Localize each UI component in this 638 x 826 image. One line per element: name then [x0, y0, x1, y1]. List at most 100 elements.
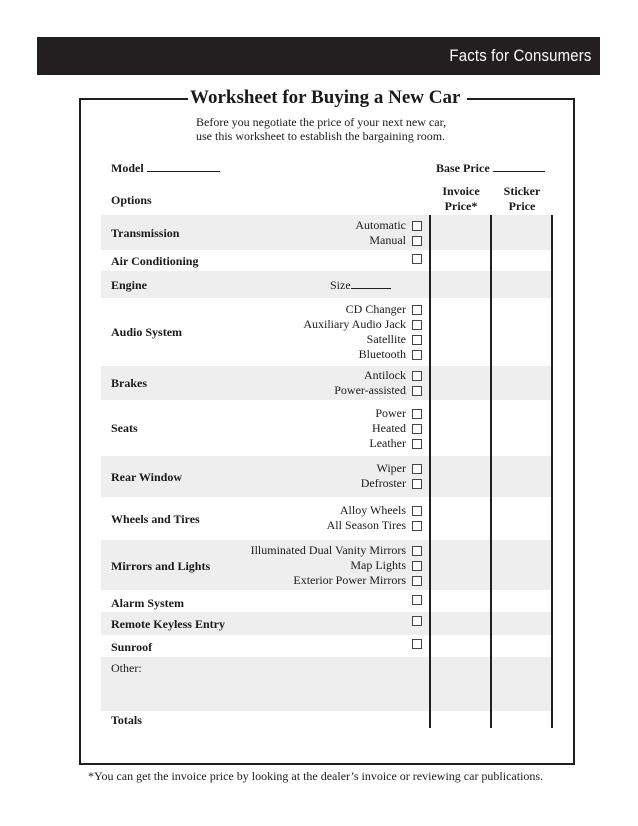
checkbox[interactable] [412, 616, 422, 626]
option-item [406, 639, 422, 649]
options-list: Automatic Manual [355, 218, 422, 248]
engine-size-field: Size [330, 278, 391, 293]
option-item: Bluetooth [303, 347, 422, 362]
checkbox[interactable] [412, 438, 422, 449]
checkbox[interactable] [412, 505, 422, 516]
option-label: Alloy Wheels [339, 503, 406, 517]
option-label: Exterior Power Mirrors [293, 573, 406, 587]
checkbox[interactable] [412, 235, 422, 246]
category-label: Seats [111, 421, 138, 435]
checkbox[interactable] [412, 595, 422, 605]
base-price-field: Base Price [436, 161, 545, 176]
option-label: CD Changer [345, 302, 406, 316]
band-other [101, 657, 551, 711]
options-list [406, 639, 422, 649]
option-item: Manual [355, 233, 422, 248]
checkbox[interactable] [412, 334, 422, 345]
other-label: Other: [111, 661, 142, 675]
option-label: Antilock [364, 368, 406, 382]
category-label: Engine [111, 278, 148, 292]
engine-size-label: Size [330, 278, 351, 292]
option-item: Power-assisted [334, 383, 422, 398]
band-brakes [101, 366, 551, 400]
options-list [406, 254, 422, 264]
option-item: Automatic [355, 218, 422, 233]
checkbox[interactable] [412, 575, 422, 586]
category-label: Sunroof [111, 640, 153, 654]
base-price-blank[interactable] [492, 161, 545, 172]
option-item: Antilock [334, 368, 422, 383]
option-item: Defroster [361, 476, 422, 491]
worksheet-title: Worksheet for Buying a New Car [190, 87, 461, 108]
checkbox[interactable] [412, 304, 422, 315]
base-price-label: Base Price [436, 161, 490, 175]
option-item: Wiper [361, 461, 422, 476]
category-label: Air Conditioning [111, 254, 199, 268]
option-item: Illuminated Dual Vanity Mirrors [251, 543, 422, 558]
option-item [406, 616, 422, 626]
option-label: Auxiliary Audio Jack [303, 317, 406, 331]
checkbox[interactable] [412, 478, 422, 489]
option-label: All Season Tires [326, 518, 406, 532]
checkbox[interactable] [412, 385, 422, 396]
option-label: Manual [369, 233, 406, 247]
option-label: Defroster [360, 476, 406, 490]
options-list [406, 595, 422, 605]
option-label: Leather [369, 436, 406, 450]
options-list [406, 616, 422, 626]
options-list: CD Changer Auxiliary Audio Jack Satellit… [303, 302, 422, 362]
column-line-1 [429, 215, 431, 728]
option-label: Power [375, 406, 406, 420]
checkbox[interactable] [412, 545, 422, 556]
checkbox[interactable] [412, 463, 422, 474]
category-label: Audio System [111, 325, 183, 339]
option-item: Leather [369, 436, 422, 451]
checkbox[interactable] [412, 319, 422, 330]
checkbox[interactable] [412, 408, 422, 419]
options-header: Options [111, 193, 152, 207]
model-blank[interactable] [146, 161, 220, 172]
model-field: Model [111, 161, 220, 176]
engine-size-blank[interactable] [350, 278, 391, 289]
options-list: Alloy Wheels All Season Tires [327, 503, 422, 533]
option-item: Satellite [303, 332, 422, 347]
checkbox[interactable] [412, 349, 422, 360]
options-list: Wiper Defroster [361, 461, 422, 491]
option-label: Power-assisted [334, 383, 406, 397]
option-label: Illuminated Dual Vanity Mirrors [250, 543, 406, 557]
header-title: Facts for Consumers [449, 46, 592, 65]
options-list: Illuminated Dual Vanity Mirrors Map Ligh… [251, 543, 422, 588]
totals-label: Totals [111, 713, 142, 727]
band-engine [101, 271, 551, 298]
column-line-3 [551, 215, 553, 728]
sticker-price-header: Sticker Price [492, 184, 552, 214]
category-label: Brakes [111, 376, 147, 390]
sticker-header-line-2: Price [508, 199, 536, 213]
category-label: Remote Keyless Entry [111, 617, 225, 631]
option-item: Auxiliary Audio Jack [303, 317, 422, 332]
checkbox[interactable] [412, 254, 422, 264]
checkbox[interactable] [412, 370, 422, 381]
checkbox[interactable] [412, 423, 422, 434]
checkbox[interactable] [412, 560, 422, 571]
option-item: Power [369, 406, 422, 421]
option-label: Bluetooth [358, 347, 406, 361]
option-item [406, 595, 422, 605]
intro-line-1: Before you negotiate the price of your n… [196, 115, 447, 129]
box-top-line-right [467, 98, 573, 100]
header-bar: Facts for Consumers [37, 37, 600, 75]
checkbox[interactable] [412, 520, 422, 531]
checkbox[interactable] [412, 639, 422, 649]
option-label: Satellite [366, 332, 406, 346]
footnote: *You can get the invoice price by lookin… [88, 769, 544, 783]
category-label: Mirrors and Lights [111, 559, 211, 573]
option-item: Alloy Wheels [327, 503, 422, 518]
option-item: Heated [369, 421, 422, 436]
checkbox[interactable] [412, 220, 422, 231]
option-item: CD Changer [303, 302, 422, 317]
category-label: Transmission [111, 226, 180, 240]
option-item: Map Lights [251, 558, 422, 573]
option-label: Heated [372, 421, 406, 435]
model-label: Model [111, 161, 144, 175]
invoice-price-header: Invoice Price* [431, 184, 491, 214]
